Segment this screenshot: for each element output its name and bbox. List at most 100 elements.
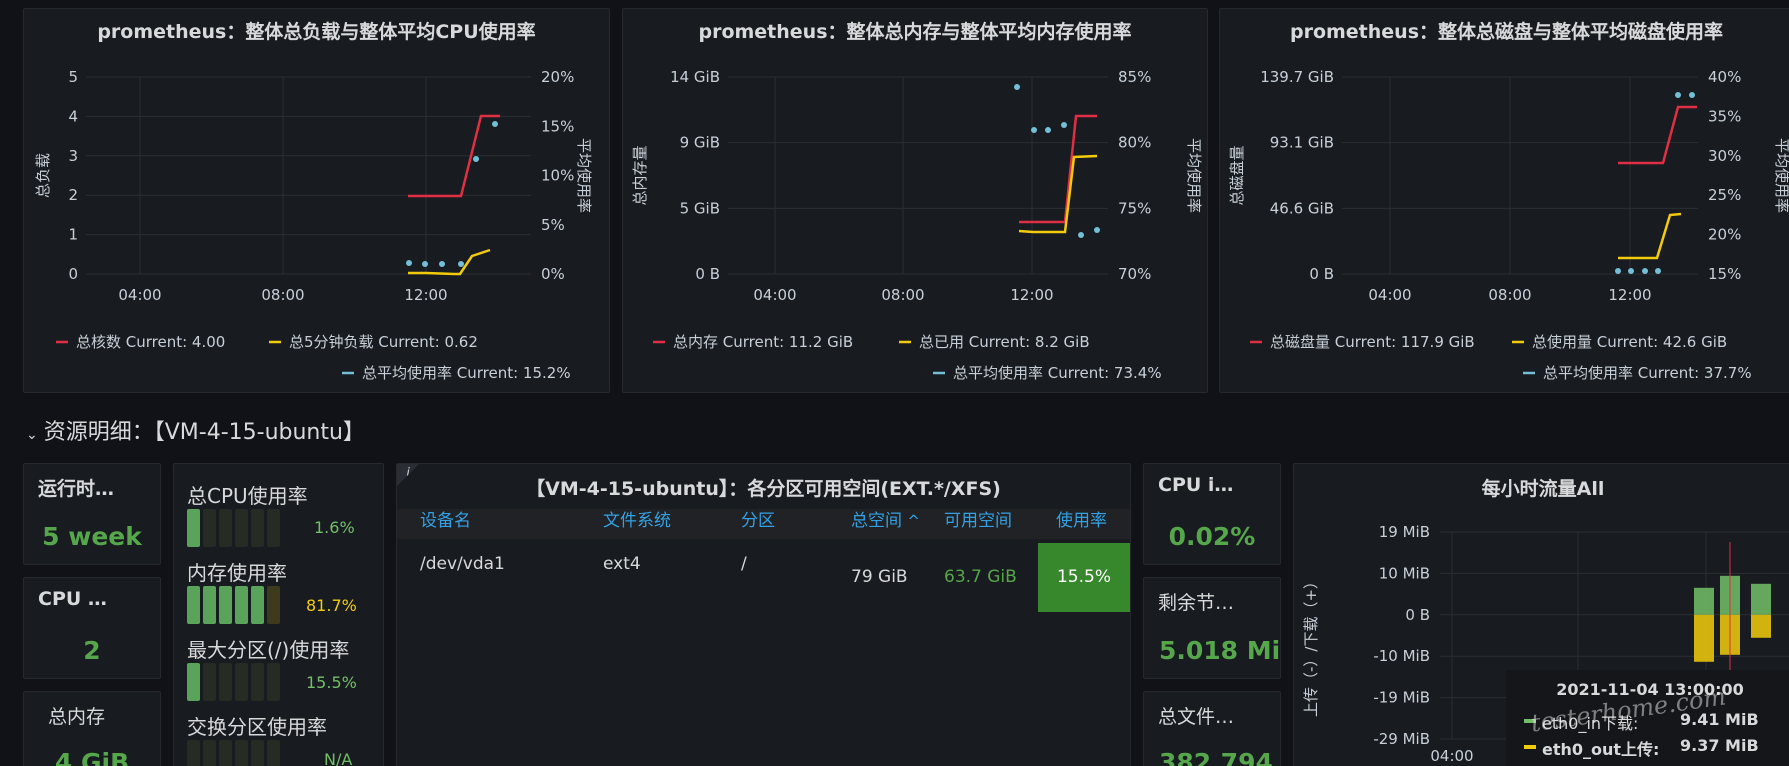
column-header-mount[interactable]: 分区 xyxy=(741,506,775,536)
bargauge-cell xyxy=(235,740,248,766)
bargauge-cell xyxy=(251,740,264,766)
bargauge-value: 15.5% xyxy=(306,673,357,692)
stat-value: 0.02% xyxy=(1168,522,1256,551)
y-left-tick-label: 46.6 GiB xyxy=(1270,199,1334,217)
stat-value: 5.018 Mil xyxy=(1159,636,1281,665)
series-point xyxy=(1014,84,1020,90)
y-right-tick-label: 40% xyxy=(1708,68,1741,86)
y-left-tick-label: 9 GiB xyxy=(680,134,720,152)
bargauge-cell xyxy=(267,663,280,701)
disk-chart[interactable]: 139.7 GiB 93.1 GiB 46.6 GiB 0 B 40% 35% 30% 25%… xyxy=(1220,9,1789,393)
stat-uptime[interactable]: 运行时… 5 week xyxy=(23,463,161,565)
bargauge-cell xyxy=(203,586,216,624)
column-header-total[interactable]: 总空间 ^ xyxy=(851,506,920,536)
bargauge-cell xyxy=(235,509,248,547)
stat-title: 总文件… xyxy=(1158,706,1235,728)
panel-title: 【VM-4-15-ubuntu】：各分区可用空间(EXT.*/XFS) xyxy=(526,478,1001,500)
stat-title: CPU i… xyxy=(1158,474,1234,496)
bargauge-cell xyxy=(251,663,264,701)
stat-cpu-iowait[interactable]: CPU i… 0.02% xyxy=(1143,463,1281,565)
tooltip-series-value: 9.37 MiB xyxy=(1680,736,1759,755)
y-left-tick-label: 2 xyxy=(68,186,78,204)
y-right-tick-label: 75% xyxy=(1118,199,1151,217)
memory-chart[interactable]: 14 GiB 9 GiB 5 GiB 0 B 85% 80% 75% 70% 04:00 08:0… xyxy=(623,9,1208,393)
x-tick-label: 12:00 xyxy=(1010,286,1053,304)
cell-usage: 15.5% xyxy=(1056,567,1111,587)
stat-title: 总内存 xyxy=(48,706,106,728)
bargauge-cell xyxy=(267,740,280,766)
row-header-resource-detail[interactable]: ⌄ 资源明细：【VM-4-15-ubuntu】 xyxy=(26,414,365,446)
bargauge-cell xyxy=(267,586,280,624)
hourly-traffic-panel[interactable]: 每小时流量All 19 MiB 10 MiB 0 B -10 MiB -19 MiB -2… xyxy=(1293,463,1789,766)
stat-free-nodes[interactable]: 剩余节… 5.018 Mil xyxy=(1143,577,1281,679)
stat-title: 剩余节… xyxy=(1158,592,1235,614)
cpu-load-chart[interactable]: 5 4 3 2 1 0 20% 15% 10% 5% 0% 04:00 08:00 12:00 总负载 平均使… xyxy=(24,9,610,393)
stat-value: 5 week xyxy=(42,522,142,551)
series-line xyxy=(408,248,491,276)
series-line xyxy=(1019,114,1097,224)
bargauge-value: 1.6% xyxy=(314,518,355,537)
y-tick-label: 19 MiB xyxy=(1379,523,1430,541)
x-tick-label: 04:00 xyxy=(753,286,796,304)
y-left-tick-label: 14 GiB xyxy=(670,68,720,86)
bargauge-cell xyxy=(251,586,264,624)
y-right-tick-label: 15% xyxy=(1708,265,1741,283)
y-right-tick-label: 30% xyxy=(1708,147,1741,165)
y-right-axis-label: 平均使用率 xyxy=(1185,138,1203,213)
y-left-tick-label: 5 xyxy=(68,68,78,86)
chevron-down-icon[interactable]: ⌄ xyxy=(26,427,38,443)
column-header-fs[interactable]: 文件系统 xyxy=(603,506,671,536)
bargauge-cell xyxy=(219,586,232,624)
memory-panel[interactable]: prometheus：整体总内存与整体平均内存使用率 14 GiB 9 GiB 5 … xyxy=(622,8,1208,393)
x-tick-label: 08:00 xyxy=(881,286,924,304)
column-header-avail[interactable]: 可用空间 xyxy=(944,506,1012,536)
bargauge-label: 最大分区(/)使用率 xyxy=(187,638,350,662)
cpu-load-panel[interactable]: prometheus：整体总负载与整体平均CPU使用率 5 4 3 2 1 0 20% 15%… xyxy=(23,8,610,393)
y-left-tick-label: 93.1 GiB xyxy=(1270,134,1334,152)
bar-download xyxy=(1751,583,1771,615)
cell-fs: ext4 xyxy=(603,554,641,574)
stat-mem-total[interactable]: 总内存 4 GiB xyxy=(23,691,161,766)
bargauge-label: 总CPU使用率 xyxy=(187,484,308,508)
y-tick-label: -29 MiB xyxy=(1373,730,1430,748)
y-right-tick-label: 5% xyxy=(541,216,565,234)
y-right-tick-label: 70% xyxy=(1118,265,1151,283)
stat-cpu-count[interactable]: CPU … 2 xyxy=(23,577,161,679)
series-point xyxy=(1031,127,1037,133)
series-point xyxy=(1078,232,1084,238)
y-tick-label: -10 MiB xyxy=(1373,647,1430,665)
bargauge-cell xyxy=(219,509,232,547)
y-left-tick-label: 139.7 GiB xyxy=(1260,68,1334,86)
y-right-tick-label: 0% xyxy=(541,265,565,283)
sort-ascending-icon[interactable]: ^ xyxy=(907,512,920,530)
y-left-tick-label: 0 B xyxy=(695,265,720,283)
column-header-usage[interactable]: 使用率 xyxy=(1056,506,1107,536)
series-point xyxy=(422,261,428,267)
bargauge-cell xyxy=(251,509,264,547)
bar-gauge-panel[interactable]: 总CPU使用率 1.6% 内存使用率 81.7% 最大分区(/)使用率 15.5… xyxy=(173,463,384,766)
series-point xyxy=(473,156,479,162)
y-left-tick-label: 0 B xyxy=(1309,265,1334,283)
bargauge-cell xyxy=(203,740,216,766)
stat-total-files[interactable]: 总文件… 382,794 xyxy=(1143,691,1281,766)
disk-panel[interactable]: prometheus：整体总磁盘与整体平均磁盘使用率 139.7 GiB 93.1… xyxy=(1219,8,1789,393)
y-left-tick-label: 5 GiB xyxy=(680,199,720,217)
bargauge-cells xyxy=(187,663,283,701)
row-title-text: 资源明细：【VM-4-15-ubuntu】 xyxy=(43,420,365,445)
cell-device: /dev/vda1 xyxy=(420,554,505,574)
stat-value: 2 xyxy=(83,636,101,665)
y-left-axis-label: 总内存量 xyxy=(631,145,649,205)
bargauge-cells xyxy=(187,509,283,547)
y-left-tick-label: 4 xyxy=(68,107,78,125)
column-header-device[interactable]: 设备名 xyxy=(420,506,471,536)
y-right-tick-label: 35% xyxy=(1708,107,1741,125)
bargauge-cell xyxy=(219,663,232,701)
bargauge-cell xyxy=(203,509,216,547)
cell-total: 79 GiB xyxy=(851,567,908,587)
bargauge-cell xyxy=(203,663,216,701)
series-point xyxy=(1061,122,1067,128)
x-tick-label: 04:00 xyxy=(1368,286,1411,304)
legend-label: 总内存 Current: 11.2 GiB xyxy=(673,333,853,351)
legend-label: 总磁盘量 Current: 117.9 GiB xyxy=(1270,333,1475,351)
bargauge-cell xyxy=(235,586,248,624)
